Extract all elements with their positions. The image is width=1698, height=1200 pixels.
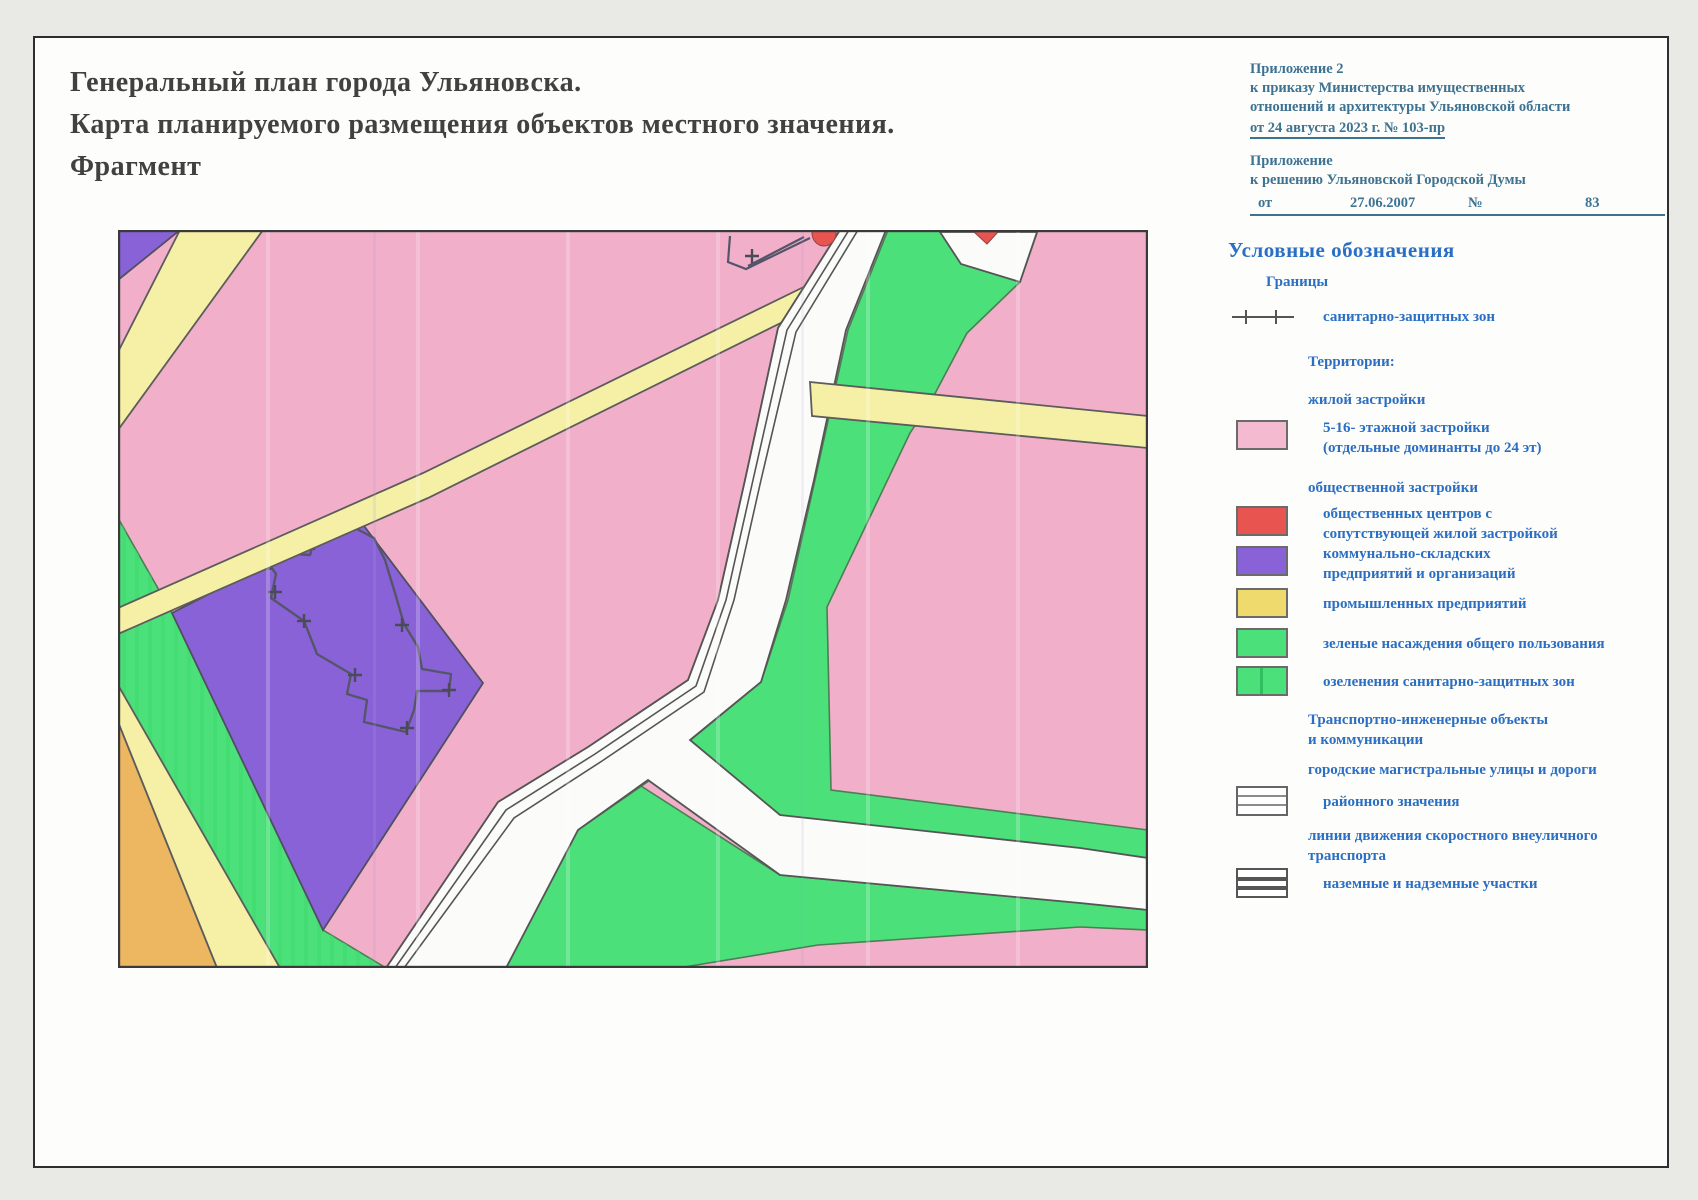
page-title: Генеральный план города Ульяновска. Карт… [70,62,1050,188]
from-label: от [1258,194,1272,213]
city-plan-map [118,230,1148,968]
number-label: № [1468,194,1483,213]
green-swatch [1236,628,1288,658]
sanitary-zone-line-icon [1230,308,1296,326]
decision-date: 27.06.2007 [1350,194,1415,213]
appendix-1-line: к приказу Министерства имущественных [1250,79,1670,98]
appendix-1-block: Приложение 2 к приказу Министерства имущ… [1250,60,1670,138]
title-line-1: Генеральный план города Ульяновска. [70,62,1050,104]
title-line-3: Фрагмент [70,146,1050,188]
red-swatch [1236,506,1288,536]
appendix-2-line: Приложение [1250,152,1670,171]
appendix-1-line: отношений и архитектуры Ульяновской обла… [1250,98,1670,117]
title-line-2: Карта планируемого размещения объектов м… [70,104,1050,146]
yellow-swatch [1236,588,1288,618]
decision-number: 83 [1585,194,1600,213]
legend-title: Условные обозначения [1228,238,1455,263]
purple-swatch [1236,546,1288,576]
appendix-1-line: Приложение 2 [1250,60,1670,79]
surface-transit-icon [1236,868,1288,898]
pink-swatch [1236,420,1288,450]
decision-date-row: от 27.06.2007 № 83 [1250,194,1665,216]
district-road-icon [1236,786,1288,816]
appendix-2-line: к решению Ульяновской Городской Думы [1250,171,1670,190]
scanned-city-plan-document: Генеральный план города Ульяновска. Карт… [0,0,1698,1200]
appendix-1-order-date: от 24 августа 2023 г. № 103-пр [1250,120,1445,139]
green-striped-swatch [1236,666,1288,696]
appendix-2-block: Приложение к решению Ульяновской Городск… [1250,152,1670,216]
